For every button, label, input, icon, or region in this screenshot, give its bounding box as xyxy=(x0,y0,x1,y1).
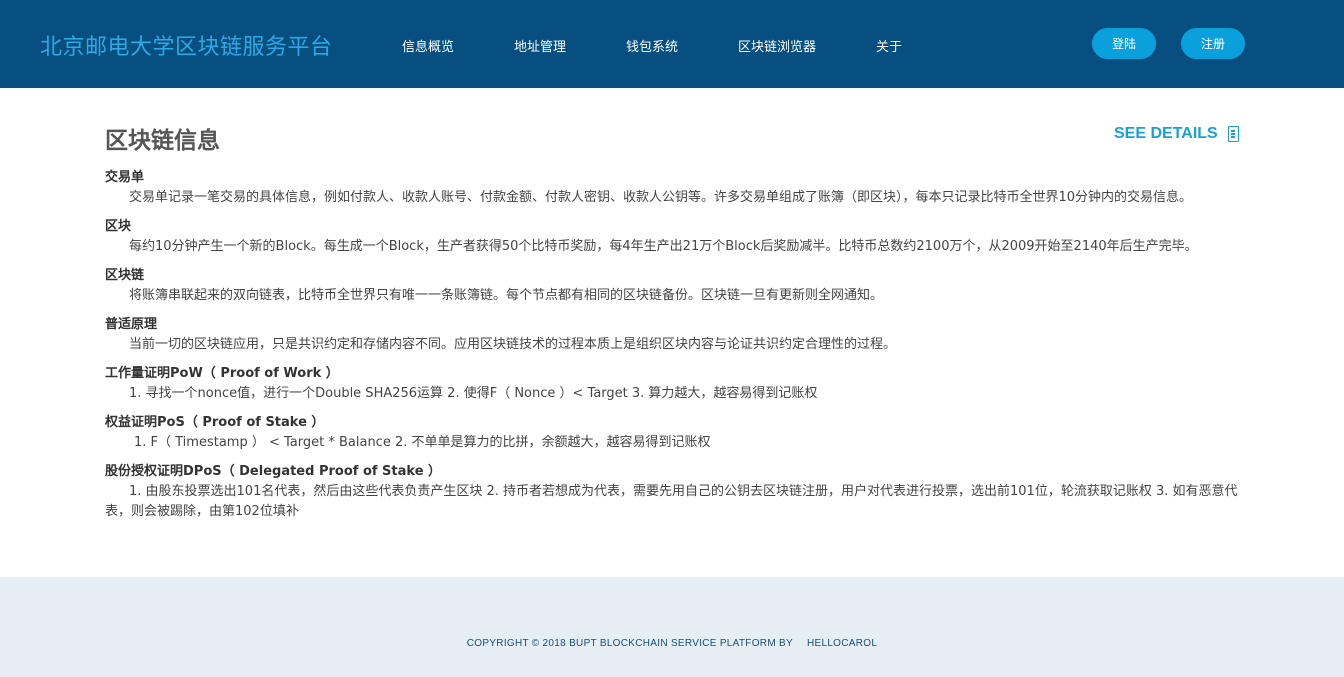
page-title: 区块链信息 xyxy=(105,128,220,154)
section-transaction: 交易单 交易单记录一笔交易的具体信息，例如付款人、收款人账号、付款金额、付款人密… xyxy=(105,168,1240,208)
copyright-label: COPYRIGHT © 2018 BUPT BLOCKCHAIN SERVICE… xyxy=(466,638,793,649)
section-body: 交易单记录一笔交易的具体信息，例如付款人、收款人账号、付款金额、付款人密钥、收款… xyxy=(129,190,1193,205)
section-title: 区块 xyxy=(105,219,132,234)
section-body: 每约10分钟产生一个新的Block。每生成一个Block，生产者获得50个比特币… xyxy=(129,239,1198,254)
section-title: 权益证明PoS（ Proof of Stake ） xyxy=(105,415,325,430)
section-body: 将账簿串联起来的双向链表，比特币全世界只有唯一一条账簿链。每个节点都有相同的区块… xyxy=(129,288,884,303)
section-title: 区块链 xyxy=(105,268,145,283)
site-brand[interactable]: 北京邮电大学区块链服务平台 xyxy=(40,29,333,61)
section-pow: 工作量证明PoW（ Proof of Work ） 1. 寻找一个nonce值，… xyxy=(105,364,1240,404)
see-details-link[interactable]: SEE DETAILS xyxy=(1114,125,1239,143)
section-title: 普适原理 xyxy=(105,317,158,332)
nav-item-wallet[interactable]: 钱包系统 xyxy=(626,36,678,55)
section-title: 股份授权证明DPoS（ Delegated Proof of Stake ） xyxy=(105,464,442,479)
nav-item-overview[interactable]: 信息概览 xyxy=(402,36,454,55)
info-sections: 交易单 交易单记录一笔交易的具体信息，例如付款人、收款人账号、付款金额、付款人密… xyxy=(105,168,1240,531)
section-principle: 普适原理 当前一切的区块链应用，只是共识约定和存储内容不同。应用区块链技术的过程… xyxy=(105,315,1240,355)
top-navbar: 北京邮电大学区块链服务平台 信息概览 地址管理 钱包系统 区块链浏览器 关于 登… xyxy=(0,0,1344,88)
nav-item-about[interactable]: 关于 xyxy=(876,36,902,55)
section-title: 工作量证明PoW（ Proof of Work ） xyxy=(105,366,339,381)
login-button[interactable]: 登陆 xyxy=(1092,28,1156,59)
section-dpos: 股份授权证明DPoS（ Delegated Proof of Stake ） 1… xyxy=(105,462,1240,522)
see-details-label: SEE DETAILS xyxy=(1114,125,1218,142)
document-icon xyxy=(1227,126,1239,142)
section-title: 交易单 xyxy=(105,170,145,185)
copyright-text: COPYRIGHT © 2018 BUPT BLOCKCHAIN SERVICE… xyxy=(0,638,1344,649)
section-body: 1. 寻找一个nonce值，进行一个Double SHA256运算 2. 使得F… xyxy=(129,386,818,401)
nav-item-explorer[interactable]: 区块链浏览器 xyxy=(738,36,816,55)
section-blockchain: 区块链 将账簿串联起来的双向链表，比特币全世界只有唯一一条账簿链。每个节点都有相… xyxy=(105,266,1240,306)
register-button[interactable]: 注册 xyxy=(1181,28,1245,59)
section-body: 1. F（ Timestamp ） < Target * Balance 2. … xyxy=(134,435,711,450)
nav-item-address[interactable]: 地址管理 xyxy=(514,36,566,55)
author-link[interactable]: HELLOCAROL xyxy=(807,638,877,649)
section-body: 当前一切的区块链应用，只是共识约定和存储内容不同。应用区块链技术的过程本质上是组… xyxy=(129,337,897,352)
section-body: 1. 由股东投票选出101名代表，然后由这些代表负责产生区块 2. 持币者若想成… xyxy=(105,484,1238,519)
main-content: 区块链信息 SEE DETAILS 交易单 交易单记录一笔交易的具体信息，例如付… xyxy=(0,88,1344,577)
footer: COPYRIGHT © 2018 BUPT BLOCKCHAIN SERVICE… xyxy=(0,577,1344,677)
section-pos: 权益证明PoS（ Proof of Stake ） 1. F（ Timestam… xyxy=(105,413,1240,453)
section-block: 区块 每约10分钟产生一个新的Block。每生成一个Block，生产者获得50个… xyxy=(105,217,1240,257)
